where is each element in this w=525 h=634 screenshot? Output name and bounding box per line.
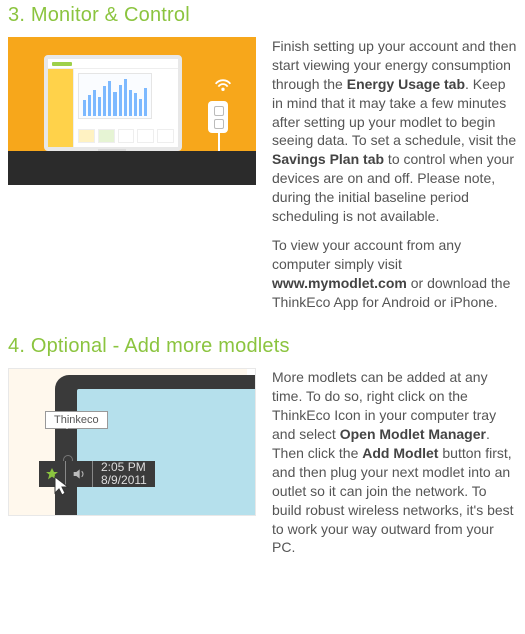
section-3-illustration xyxy=(8,37,256,321)
screen-card xyxy=(78,129,95,143)
tablet-device-icon xyxy=(55,375,256,516)
wifi-signal-icon xyxy=(212,71,234,93)
monitor-icon xyxy=(44,55,182,151)
chart-bar xyxy=(134,93,137,116)
screen-sidebar xyxy=(48,69,74,147)
chart-bar xyxy=(103,86,106,116)
chart-bar xyxy=(113,92,116,116)
energy-usage-chart xyxy=(78,73,152,119)
bold-term-open-modlet-manager: Open Modlet Manager xyxy=(340,426,486,442)
chart-bar xyxy=(124,79,127,116)
modlet-outlet-icon xyxy=(208,101,228,133)
screen-card xyxy=(137,129,154,143)
section-3-text: Finish setting up your account and then … xyxy=(272,37,517,321)
tray-tooltip: Thinkeco xyxy=(45,411,108,429)
add-modlets-illustration: Thinkeco 2:05 PM 8/9/2011 xyxy=(8,368,256,516)
section-4: Thinkeco 2:05 PM 8/9/2011 M xyxy=(8,368,517,567)
monitor-control-illustration xyxy=(8,37,256,185)
tablet-screen xyxy=(77,389,256,516)
chart-bar xyxy=(98,97,101,116)
screen-card xyxy=(157,129,174,143)
section-3-heading: 3. Monitor & Control xyxy=(8,4,517,27)
chart-bar xyxy=(139,99,142,116)
bold-term-savings-plan-tab: Savings Plan tab xyxy=(272,151,384,167)
chart-bar xyxy=(119,85,122,116)
chart-bar xyxy=(83,100,86,116)
section-3: Finish setting up your account and then … xyxy=(8,37,517,321)
text-run: To view your account from any computer s… xyxy=(272,237,461,272)
screen-card xyxy=(118,129,135,143)
bold-term-add-modlet: Add Modlet xyxy=(362,445,438,461)
chart-bar xyxy=(144,88,147,116)
bold-term-mymodlet-url: www.mymodlet.com xyxy=(272,275,407,291)
chart-bar xyxy=(108,81,111,116)
chart-bar xyxy=(129,90,132,116)
mouse-cursor-icon xyxy=(53,475,71,497)
section-4-heading: 4. Optional - Add more modlets xyxy=(8,335,517,358)
screen-main xyxy=(74,69,178,147)
section-4-paragraph-1: More modlets can be added at any time. T… xyxy=(272,368,517,557)
tray-date-text: 8/9/2011 xyxy=(101,474,147,487)
section-4-text: More modlets can be added at any time. T… xyxy=(272,368,517,567)
section-4-illustration: Thinkeco 2:05 PM 8/9/2011 xyxy=(8,368,256,567)
section-3-paragraph-2: To view your account from any computer s… xyxy=(272,236,517,312)
screen-card xyxy=(98,129,115,143)
bold-term-energy-usage-tab: Energy Usage tab xyxy=(347,76,465,92)
text-run: button first, and then plug your next mo… xyxy=(272,445,514,555)
section-3-paragraph-1: Finish setting up your account and then … xyxy=(272,37,517,226)
chart-bar xyxy=(88,95,91,116)
tray-clock: 2:05 PM 8/9/2011 xyxy=(93,461,155,487)
app-logo-icon xyxy=(52,62,72,66)
chart-bar xyxy=(93,90,96,116)
desk-icon xyxy=(8,151,256,185)
